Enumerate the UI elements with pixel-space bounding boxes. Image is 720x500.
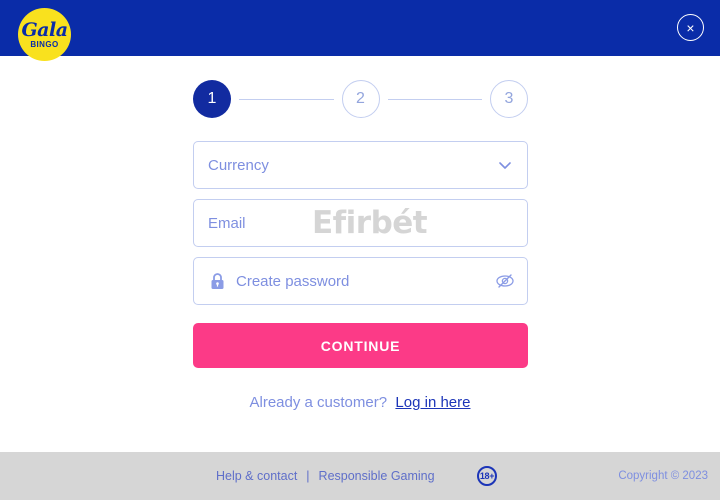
responsible-gaming-link[interactable]: Responsible Gaming (319, 469, 435, 483)
logo-wordmark-bingo: BINGO (30, 39, 59, 49)
email-placeholder: Email (208, 214, 246, 232)
step-indicator-1[interactable]: 1 (193, 80, 231, 118)
logo-wordmark-gala: Gala (21, 18, 68, 41)
currency-placeholder: Currency (208, 156, 269, 174)
login-prompt-text: Already a customer? (249, 394, 388, 411)
step-connector-1 (239, 98, 334, 100)
step-indicator-2[interactable]: 2 (341, 80, 380, 118)
step-indicator-3[interactable]: 3 (490, 80, 528, 118)
continue-button[interactable]: CONTINUE (193, 323, 528, 368)
currency-select[interactable]: Currency (193, 141, 528, 189)
step-connector-2 (387, 98, 482, 100)
registration-form: Currency Email Efirbét Create password C… (193, 141, 528, 368)
footer-separator: | (306, 469, 310, 483)
lock-icon (208, 272, 226, 290)
eye-off-icon[interactable] (495, 271, 515, 291)
login-prompt-row: Already a customer? Log in here (0, 394, 720, 411)
log-in-here-link[interactable]: Log in here (395, 394, 470, 411)
email-field[interactable]: Email Efirbét (193, 199, 528, 247)
password-placeholder: Create password (236, 272, 350, 290)
modal-footer: Help & contact | Responsible Gaming 18+ … (0, 452, 720, 500)
gala-bingo-logo: Gala BINGO (18, 8, 71, 61)
chevron-down-icon[interactable] (495, 155, 515, 175)
age-18-plus-badge: 18+ (477, 466, 497, 486)
registration-stepper: 1 2 3 (193, 80, 528, 118)
efirbet-watermark: Efirbét (312, 205, 428, 241)
close-icon[interactable]: × (677, 14, 704, 41)
modal-header: Gala BINGO × (0, 0, 720, 61)
password-field[interactable]: Create password (193, 257, 528, 305)
help-and-contact-link[interactable]: Help & contact (216, 469, 297, 483)
registration-modal: Gala BINGO × 1 2 3 Currency Email Efirbé… (0, 0, 720, 500)
footer-links: Help & contact | Responsible Gaming (216, 469, 435, 483)
copyright-text: Copyright © 2023 (618, 470, 708, 482)
